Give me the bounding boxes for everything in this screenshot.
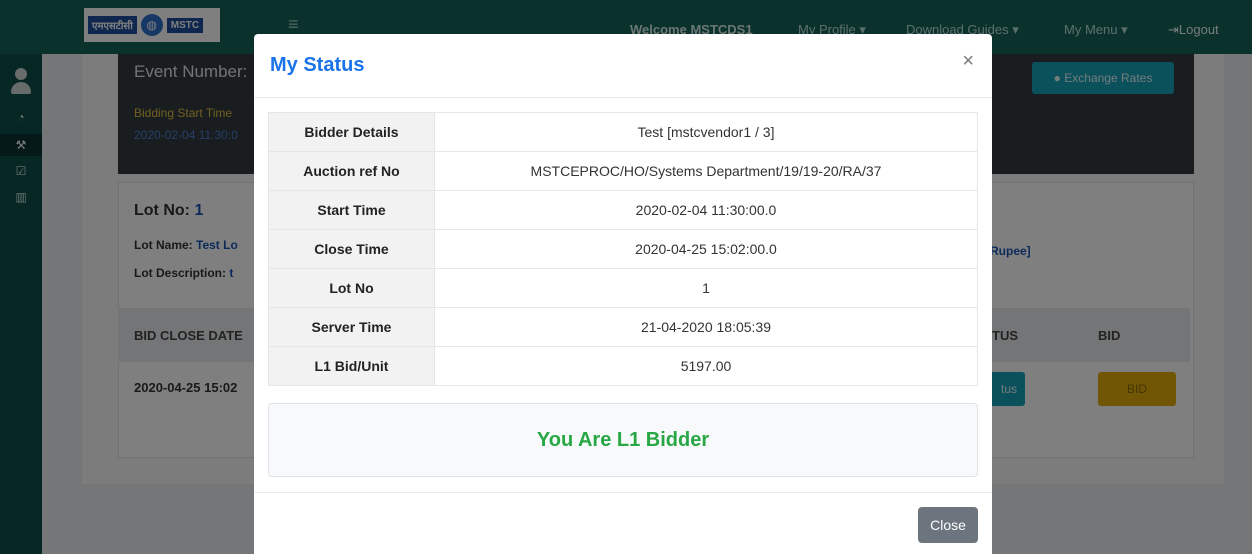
- modal-footer-divider: [254, 492, 992, 493]
- row-label: Start Time: [268, 190, 435, 230]
- row-label: Server Time: [268, 307, 435, 347]
- modal-header: My Status ×: [254, 34, 992, 98]
- close-button[interactable]: Close: [918, 507, 978, 543]
- status-details-table: Bidder Details Test [mstcvendor1 / 3] Au…: [268, 112, 978, 386]
- close-icon[interactable]: ×: [962, 50, 974, 73]
- row-label: Lot No: [268, 268, 435, 308]
- table-row: Lot No 1: [268, 268, 978, 308]
- row-label: L1 Bid/Unit: [268, 346, 435, 386]
- row-label: Bidder Details: [268, 112, 435, 152]
- table-row: Server Time 21-04-2020 18:05:39: [268, 307, 978, 347]
- row-value: 5197.00: [434, 346, 978, 386]
- table-row: L1 Bid/Unit 5197.00: [268, 346, 978, 386]
- table-row: Auction ref No MSTCEPROC/HO/Systems Depa…: [268, 151, 978, 191]
- row-value: 21-04-2020 18:05:39: [434, 307, 978, 347]
- row-label: Auction ref No: [268, 151, 435, 191]
- row-value: 1: [434, 268, 978, 308]
- row-value: 2020-04-25 15:02:00.0: [434, 229, 978, 269]
- modal-title: My Status: [270, 54, 365, 76]
- row-value: MSTCEPROC/HO/Systems Department/19/19-20…: [434, 151, 978, 191]
- row-value: 2020-02-04 11:30:00.0: [434, 190, 978, 230]
- row-value: Test [mstcvendor1 / 3]: [434, 112, 978, 152]
- table-row: Start Time 2020-02-04 11:30:00.0: [268, 190, 978, 230]
- row-label: Close Time: [268, 229, 435, 269]
- table-row: Bidder Details Test [mstcvendor1 / 3]: [268, 112, 978, 152]
- my-status-modal: My Status × Bidder Details Test [mstcven…: [254, 34, 992, 554]
- table-row: Close Time 2020-04-25 15:02:00.0: [268, 229, 978, 269]
- result-alert: You Are L1 Bidder: [268, 403, 978, 477]
- result-text: You Are L1 Bidder: [536, 428, 710, 451]
